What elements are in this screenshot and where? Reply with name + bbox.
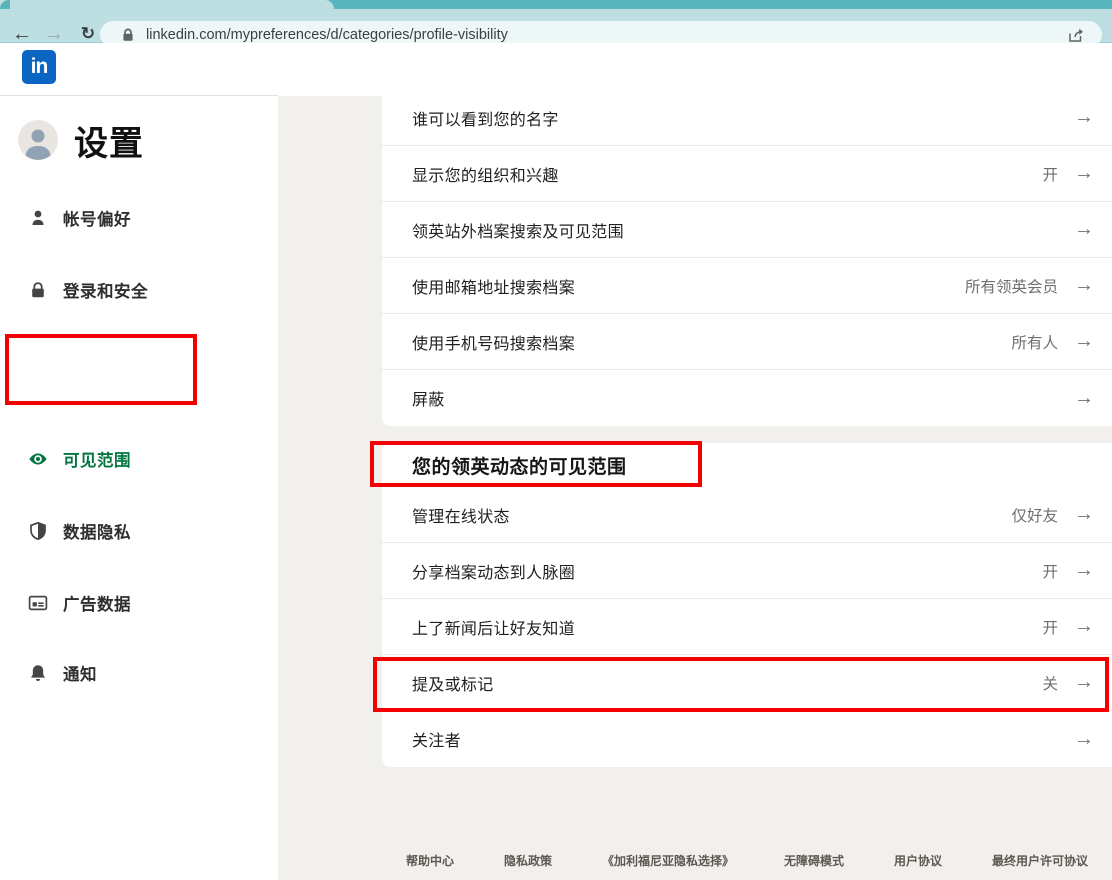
sidebar-item-label: 广告数据 bbox=[63, 591, 131, 615]
setting-row-followers[interactable]: 关注者 → bbox=[382, 711, 1112, 767]
footer-link-accessibility[interactable]: 无障碍模式 bbox=[784, 852, 844, 869]
share-icon[interactable] bbox=[1066, 25, 1086, 45]
setting-row-who-can-see-name[interactable]: 谁可以看到您的名字 → bbox=[382, 90, 1112, 146]
sidebar-item-notifications[interactable]: 通知 bbox=[0, 653, 278, 693]
arrow-right-icon: → bbox=[1074, 615, 1094, 638]
browser-tab-strip bbox=[0, 0, 1112, 9]
browser-toolbar: ← → ↻ linkedin.com/mypreferences/d/categ… bbox=[0, 9, 1112, 43]
section-title: 您的领英动态的可见范围 bbox=[382, 443, 1112, 487]
setting-label: 使用邮箱地址搜索档案 bbox=[412, 274, 965, 298]
sidebar-item-label: 通知 bbox=[63, 661, 97, 685]
setting-row-show-org-interests[interactable]: 显示您的组织和兴趣 开 → bbox=[382, 146, 1112, 202]
sidebar-item-ads-data[interactable]: 广告数据 bbox=[0, 583, 278, 623]
sidebar-item-account-preferences[interactable]: 帐号偏好 bbox=[0, 198, 278, 238]
setting-value: 开 bbox=[1042, 163, 1058, 185]
arrow-right-icon: → bbox=[1074, 106, 1094, 129]
footer-link-help-center[interactable]: 帮助中心 bbox=[406, 852, 454, 869]
arrow-right-icon: → bbox=[1074, 274, 1094, 297]
setting-row-search-by-email[interactable]: 使用邮箱地址搜索档案 所有领英会员 → bbox=[382, 258, 1112, 314]
setting-row-online-status[interactable]: 管理在线状态 仅好友 → bbox=[382, 487, 1112, 543]
app-header: in bbox=[0, 43, 1112, 96]
setting-row-share-profile-updates[interactable]: 分享档案动态到人脉圈 开 → bbox=[382, 543, 1112, 599]
setting-label: 关注者 bbox=[412, 727, 1058, 751]
sidebar-item-label: 帐号偏好 bbox=[63, 206, 131, 230]
setting-value: 开 bbox=[1042, 560, 1058, 582]
setting-label: 显示您的组织和兴趣 bbox=[412, 162, 1042, 186]
lock-icon bbox=[28, 280, 48, 300]
feed-visibility-card: 您的领英动态的可见范围 管理在线状态 仅好友 → 分享档案动态到人脉圈 开 → … bbox=[382, 443, 1112, 767]
arrow-right-icon: → bbox=[1074, 330, 1094, 353]
lock-secure-icon bbox=[120, 27, 136, 43]
setting-value: 关 bbox=[1042, 672, 1058, 694]
setting-value: 仅好友 bbox=[1011, 504, 1058, 526]
setting-row-offsite-search[interactable]: 领英站外档案搜索及可见范围 → bbox=[382, 202, 1112, 258]
footer-link-california-privacy[interactable]: 《加利福尼亚隐私选择》 bbox=[602, 852, 734, 869]
arrow-right-icon: → bbox=[1074, 218, 1094, 241]
sidebar-item-label: 登录和安全 bbox=[63, 278, 148, 302]
setting-label: 领英站外档案搜索及可见范围 bbox=[412, 218, 1058, 242]
sidebar-item-visibility[interactable]: 可见范围 bbox=[0, 439, 278, 479]
sidebar-item-label: 可见范围 bbox=[63, 447, 131, 471]
bell-icon bbox=[28, 663, 48, 683]
shield-icon bbox=[28, 521, 48, 541]
ad-card-icon bbox=[28, 593, 48, 613]
setting-label: 屏蔽 bbox=[412, 386, 1058, 410]
setting-label: 分享档案动态到人脉圈 bbox=[412, 559, 1042, 583]
person-icon bbox=[28, 208, 48, 228]
arrow-right-icon: → bbox=[1074, 162, 1094, 185]
avatar bbox=[18, 120, 58, 160]
footer-link-eula[interactable]: 最终用户许可协议 bbox=[992, 852, 1088, 869]
footer-link-user-agreement[interactable]: 用户协议 bbox=[894, 852, 942, 869]
setting-row-mentions-tags[interactable]: 提及或标记 关 → bbox=[382, 655, 1112, 711]
setting-value: 所有人 bbox=[1011, 331, 1058, 353]
settings-title-row: 设置 bbox=[18, 118, 144, 162]
linkedin-logo[interactable]: in bbox=[22, 50, 56, 84]
arrow-right-icon: → bbox=[1074, 559, 1094, 582]
sidebar-item-data-privacy[interactable]: 数据隐私 bbox=[0, 511, 278, 551]
setting-label: 使用手机号码搜索档案 bbox=[412, 330, 1011, 354]
arrow-right-icon: → bbox=[1074, 503, 1094, 526]
setting-label: 谁可以看到您的名字 bbox=[412, 106, 1058, 130]
arrow-right-icon: → bbox=[1074, 671, 1094, 694]
url-text: linkedin.com/mypreferences/d/categories/… bbox=[146, 27, 1066, 43]
settings-sidebar: 设置 帐号偏好 登录和安全 可见范围 数据隐私 bbox=[0, 96, 278, 880]
page-title: 设置 bbox=[74, 116, 144, 165]
setting-row-notify-in-news[interactable]: 上了新闻后让好友知道 开 → bbox=[382, 599, 1112, 655]
eye-icon bbox=[28, 449, 48, 469]
setting-row-search-by-phone[interactable]: 使用手机号码搜索档案 所有人 → bbox=[382, 314, 1112, 370]
footer-link-privacy-policy[interactable]: 隐私政策 bbox=[504, 852, 552, 869]
browser-active-tab[interactable] bbox=[0, 0, 334, 9]
profile-visibility-card: 谁可以看到您的名字 → 显示您的组织和兴趣 开 → 领英站外档案搜索及可见范围 … bbox=[382, 90, 1112, 426]
arrow-right-icon: → bbox=[1074, 728, 1094, 751]
setting-row-blocking[interactable]: 屏蔽 → bbox=[382, 370, 1112, 426]
setting-label: 上了新闻后让好友知道 bbox=[412, 615, 1042, 639]
footer-links: 帮助中心 隐私政策 《加利福尼亚隐私选择》 无障碍模式 用户协议 最终用户许可协… bbox=[382, 852, 1112, 869]
setting-value: 开 bbox=[1042, 616, 1058, 638]
arrow-right-icon: → bbox=[1074, 387, 1094, 410]
sidebar-item-sign-in-security[interactable]: 登录和安全 bbox=[0, 270, 278, 310]
setting-label: 管理在线状态 bbox=[412, 503, 1011, 527]
setting-label: 提及或标记 bbox=[412, 671, 1042, 695]
sidebar-item-label: 数据隐私 bbox=[63, 519, 131, 543]
setting-value: 所有领英会员 bbox=[965, 275, 1058, 297]
